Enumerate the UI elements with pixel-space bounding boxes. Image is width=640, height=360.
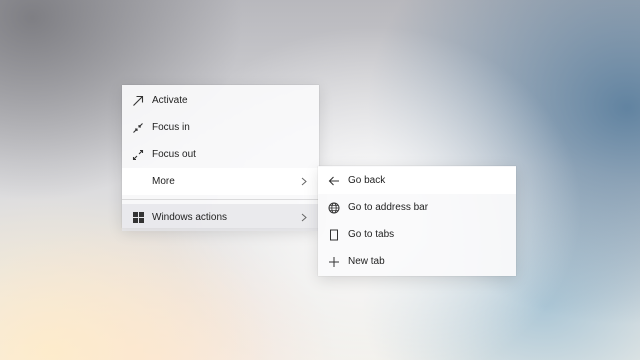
menu-item-label: More	[152, 176, 175, 187]
plus-icon	[327, 255, 341, 269]
menu-item-label: Go to address bar	[348, 202, 429, 213]
globe-icon	[327, 201, 341, 215]
menu-item-new-tab[interactable]: New tab	[318, 248, 516, 275]
menu-item-label: Focus out	[152, 149, 196, 160]
menu-item-label: Go to tabs	[348, 229, 395, 240]
focus-in-icon	[131, 121, 145, 135]
menu-item-label: Windows actions	[152, 212, 228, 223]
menu-item-go-back[interactable]: Go back	[318, 167, 516, 194]
chevron-right-icon	[299, 177, 309, 186]
menu-item-go-to-address-bar[interactable]: Go to address bar	[318, 194, 516, 221]
menu-item-more[interactable]: More	[122, 168, 319, 195]
arrow-up-right-icon	[131, 94, 145, 108]
submenu-more: Go back Go to address bar Go to tabs New…	[318, 166, 516, 276]
page-icon	[327, 228, 341, 242]
menu-separator	[122, 199, 319, 200]
menu-item-focus-in[interactable]: Focus in	[122, 114, 319, 141]
windows-logo-icon	[131, 211, 145, 225]
menu-item-label: New tab	[348, 256, 385, 267]
focus-out-icon	[131, 148, 145, 162]
chevron-right-icon	[299, 213, 309, 222]
menu-item-label: Go back	[348, 175, 386, 186]
menu-item-focus-out[interactable]: Focus out	[122, 141, 319, 168]
menu-item-label: Focus in	[152, 122, 190, 133]
menu-item-activate[interactable]: Activate	[122, 87, 319, 114]
menu-item-windows-actions[interactable]: Windows actions	[122, 204, 319, 231]
menu-item-label: Activate	[152, 95, 188, 106]
back-arrow-icon	[327, 174, 341, 188]
menu-item-go-to-tabs[interactable]: Go to tabs	[318, 221, 516, 248]
context-menu: Activate Focus in Focus out More Windows	[122, 85, 319, 231]
